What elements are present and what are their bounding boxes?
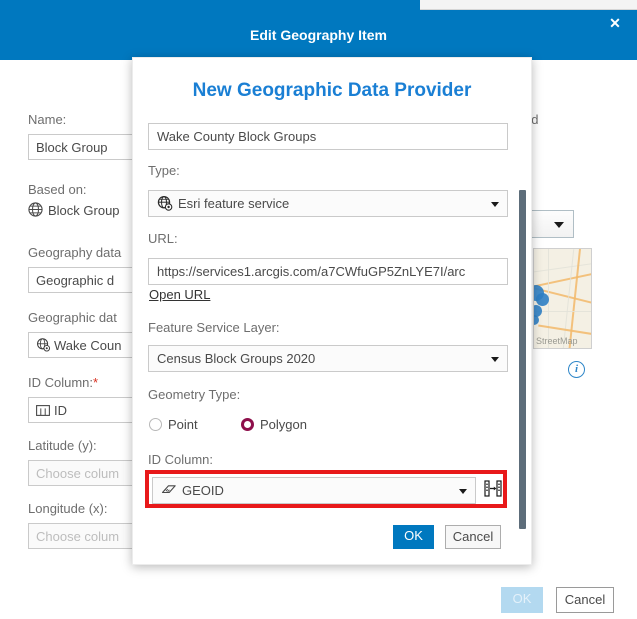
top-strip-left — [0, 0, 420, 10]
column-mapping-icon[interactable] — [484, 480, 502, 497]
radio-dot-point — [149, 418, 162, 431]
type-label: Type: — [148, 163, 180, 178]
map-road — [534, 311, 592, 312]
radio-dot-polygon — [241, 418, 254, 431]
chevron-down-icon — [554, 222, 564, 228]
provider-id-column-value: GEOID — [182, 483, 224, 498]
radio-point[interactable]: Point — [149, 417, 198, 432]
cancel-button[interactable]: Cancel — [556, 587, 614, 613]
url-label: URL: — [148, 231, 178, 246]
ok-button[interactable]: OK — [501, 587, 543, 613]
map-attribution: StreetMap — [536, 336, 578, 346]
radio-point-label: Point — [168, 417, 198, 432]
open-url-link[interactable]: Open URL — [149, 287, 210, 302]
longitude-label: Longitude (x): — [28, 501, 108, 516]
id-column-label: ID Column:* — [28, 375, 98, 390]
globe-icon — [28, 202, 43, 217]
inner-dialog-title: New Geographic Data Provider — [133, 80, 531, 102]
feature-service-layer-select[interactable]: Census Block Groups 2020 — [148, 345, 508, 372]
chevron-down-icon — [491, 202, 499, 207]
inner-dialog-scrollbar[interactable] — [519, 190, 526, 529]
type-value: Esri feature service — [178, 196, 289, 211]
chevron-down-icon — [491, 357, 499, 362]
name-input[interactable]: Block Group — [28, 134, 146, 160]
radio-polygon[interactable]: Polygon — [241, 417, 307, 432]
page-title: Edit Geography Item — [0, 10, 637, 60]
id-column-select[interactable]: ID — [28, 397, 138, 423]
dialog-header: Edit Geography Item ✕ — [0, 10, 637, 60]
provider-id-column-select[interactable]: GEOID — [152, 477, 476, 504]
top-strip — [0, 0, 637, 10]
based-on-value: Block Group — [48, 203, 120, 218]
provider-ok-button[interactable]: OK — [393, 525, 434, 549]
geometry-type-label: Geometry Type: — [148, 387, 240, 402]
map-thumbnail[interactable]: StreetMap — [533, 248, 592, 349]
chevron-down-icon — [459, 489, 467, 494]
provider-name-input[interactable]: Wake County Block Groups — [148, 123, 508, 150]
id-column-value: ID — [54, 403, 67, 418]
geography-data-label: Geography data — [28, 245, 121, 260]
geographic-data-label: Geographic dat — [28, 310, 117, 325]
provider-id-column-label: ID Column: — [148, 452, 213, 467]
scrollbar-thumb[interactable] — [519, 190, 526, 529]
map-road — [533, 272, 592, 289]
close-icon[interactable]: ✕ — [601, 10, 629, 36]
latitude-input[interactable]: Choose colum — [28, 460, 138, 486]
type-select[interactable]: Esri feature service — [148, 190, 508, 217]
feature-service-layer-label: Feature Service Layer: — [148, 320, 280, 335]
geographic-data-select[interactable]: Wake Coun — [28, 332, 138, 358]
geography-data-select[interactable]: Geographic d — [28, 267, 138, 293]
name-label: Name: — [28, 112, 66, 127]
geographic-data-value: Wake Coun — [54, 338, 121, 353]
table-column-icon — [36, 399, 50, 410]
url-input[interactable]: https://services1.arcgis.com/a7CWfuGP5Zn… — [148, 258, 508, 285]
latitude-label: Latitude (y): — [28, 438, 97, 453]
feature-service-layer-value: Census Block Groups 2020 — [157, 351, 315, 366]
longitude-input[interactable]: Choose colum — [28, 523, 138, 549]
map-road — [533, 262, 592, 273]
radio-polygon-label: Polygon — [260, 417, 307, 432]
required-asterisk: * — [93, 375, 98, 390]
provider-cancel-button[interactable]: Cancel — [445, 525, 501, 549]
tag-icon — [161, 480, 177, 493]
top-strip-right — [420, 0, 637, 10]
esri-feature-service-icon — [157, 194, 173, 208]
based-on-label: Based on: — [28, 182, 87, 197]
info-icon[interactable]: i — [568, 361, 585, 378]
esri-service-icon — [36, 335, 51, 348]
map-marker — [536, 293, 549, 306]
